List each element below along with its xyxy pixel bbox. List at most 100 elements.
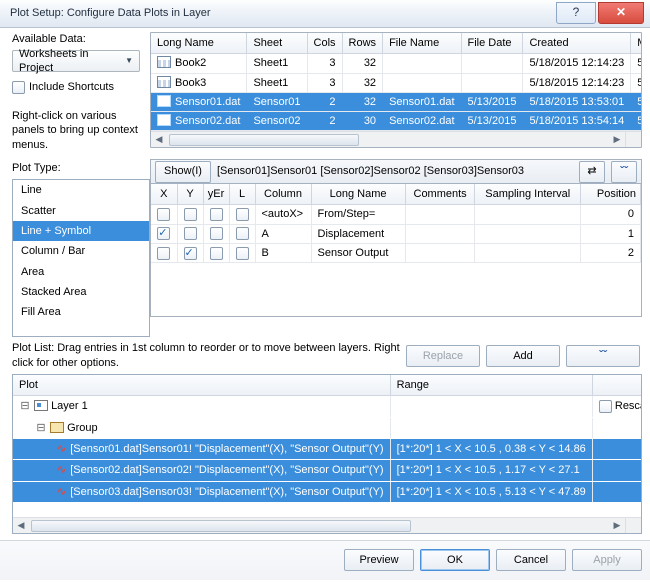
- column-header[interactable]: Long Name: [311, 184, 405, 205]
- scroll-left-icon[interactable]: ◀: [151, 132, 167, 148]
- datasource-grid[interactable]: XYyErLColumnLong NameCommentsSampling In…: [150, 183, 642, 317]
- scroll-thumb[interactable]: [31, 520, 411, 532]
- scroll-left-icon[interactable]: ◀: [13, 518, 29, 534]
- checkbox-icon[interactable]: [184, 227, 197, 240]
- checkbox-icon[interactable]: [157, 247, 170, 260]
- table-row[interactable]: Sensor01.datSensor01232Sensor01.dat5/13/…: [151, 92, 642, 111]
- plot-type-item[interactable]: Stacked Area: [13, 282, 149, 302]
- swap-icon: ⇄: [587, 164, 596, 178]
- plot-wave-icon: ∿: [57, 464, 66, 476]
- column-header[interactable]: Mo: [631, 33, 642, 54]
- chevrons-down-icon: ˇˇ: [599, 348, 607, 364]
- apply-button: Apply: [572, 549, 642, 571]
- worksheet-icon: [157, 56, 171, 68]
- column-header[interactable]: Column: [255, 184, 311, 205]
- checkbox-icon[interactable]: [210, 247, 223, 260]
- layer-row[interactable]: ⊟ Layer 1 Rescale: [13, 396, 642, 417]
- group-row[interactable]: ⊟ Group: [13, 417, 642, 438]
- include-shortcuts-label: Include Shortcuts: [29, 80, 114, 94]
- plot-row[interactable]: ∿[Sensor02.dat]Sensor02! "Displacement"(…: [13, 460, 642, 481]
- plot-list[interactable]: PlotRangeShowPlot Type ⊟ Layer 1 Rescale…: [12, 374, 642, 534]
- ok-button[interactable]: OK: [420, 549, 490, 571]
- checkbox-icon[interactable]: [210, 227, 223, 240]
- plot-type-item[interactable]: Column / Bar: [13, 241, 149, 261]
- column-header[interactable]: Plot: [13, 375, 390, 396]
- column-header[interactable]: Cols: [307, 33, 342, 54]
- replace-button: Replace: [406, 345, 480, 367]
- column-header[interactable]: L: [229, 184, 255, 205]
- worksheets-grid[interactable]: Long NameSheetColsRowsFile NameFile Date…: [150, 32, 642, 148]
- checkbox-icon[interactable]: [184, 247, 197, 260]
- plotlist-collapse-button[interactable]: ˇˇ: [566, 345, 640, 367]
- dialog-footer: Preview OK Cancel Apply: [0, 540, 650, 580]
- plot-type-item[interactable]: Line: [13, 180, 149, 200]
- show-button[interactable]: Show(I): [155, 161, 211, 183]
- checkbox-icon[interactable]: [236, 208, 249, 221]
- chevron-down-icon: ▼: [125, 56, 133, 66]
- checkbox-icon[interactable]: [184, 208, 197, 221]
- column-header[interactable]: Rows: [342, 33, 383, 54]
- table-row[interactable]: Sensor02.datSensor02230Sensor02.dat5/13/…: [151, 112, 642, 131]
- plot-row[interactable]: ∿[Sensor03.dat]Sensor03! "Displacement"(…: [13, 481, 642, 502]
- available-data-combo[interactable]: Worksheets in Project ▼: [12, 50, 140, 72]
- scroll-thumb[interactable]: [169, 134, 359, 146]
- close-button[interactable]: ✕: [598, 2, 644, 24]
- table-row[interactable]: <autoX>From/Step=0: [151, 205, 641, 224]
- add-button[interactable]: Add: [486, 345, 560, 367]
- column-header[interactable]: Long Name: [151, 33, 247, 54]
- column-header[interactable]: Sheet: [247, 33, 307, 54]
- column-header[interactable]: File Name: [383, 33, 461, 54]
- checkbox-icon[interactable]: [210, 208, 223, 221]
- plot-type-item[interactable]: Area: [13, 262, 149, 282]
- plot-type-list[interactable]: LineScatterLine + SymbolColumn / BarArea…: [12, 179, 150, 337]
- plot-type-item[interactable]: Fill Area: [13, 302, 149, 322]
- checkbox-icon[interactable]: [236, 227, 249, 240]
- checkbox-icon: [12, 81, 25, 94]
- horizontal-scrollbar[interactable]: ◀ ▶: [13, 517, 625, 533]
- dataset-toolbar: Show(I) [Sensor01]Sensor01 [Sensor02]Sen…: [150, 159, 642, 183]
- column-header[interactable]: Comments: [405, 184, 475, 205]
- scroll-right-icon[interactable]: ▶: [609, 518, 625, 534]
- rescale-checkbox[interactable]: [599, 400, 612, 413]
- column-header[interactable]: X: [151, 184, 177, 205]
- worksheet-icon: [157, 76, 171, 88]
- preview-button[interactable]: Preview: [344, 549, 414, 571]
- available-data-label: Available Data:: [12, 32, 144, 46]
- checkbox-icon[interactable]: [157, 227, 170, 240]
- table-row[interactable]: BSensor Output2: [151, 244, 641, 263]
- column-header[interactable]: Position: [581, 184, 641, 205]
- collapse-button[interactable]: ˇˇ: [611, 161, 637, 183]
- cancel-button[interactable]: Cancel: [496, 549, 566, 571]
- available-data-combo-value: Worksheets in Project: [19, 47, 125, 76]
- worksheet-icon: [157, 95, 171, 107]
- column-header[interactable]: File Date: [461, 33, 523, 54]
- checkbox-icon[interactable]: [157, 208, 170, 221]
- context-menu-hint: Right-click on various panels to bring u…: [12, 109, 144, 154]
- column-header[interactable]: Sampling Interval: [475, 184, 581, 205]
- table-row[interactable]: ADisplacement1: [151, 224, 641, 243]
- help-button[interactable]: ?: [556, 2, 596, 24]
- window-title: Plot Setup: Configure Data Plots in Laye…: [10, 6, 556, 20]
- plot-list-hint: Plot List: Drag entries in 1st column to…: [12, 341, 400, 370]
- column-header[interactable]: [592, 375, 642, 396]
- checkbox-icon[interactable]: [236, 247, 249, 260]
- include-shortcuts-checkbox[interactable]: Include Shortcuts: [12, 80, 144, 94]
- table-row[interactable]: Book3Sheet13325/18/2015 12:14:235/: [151, 73, 642, 92]
- column-header[interactable]: yEr: [203, 184, 229, 205]
- plot-type-item[interactable]: Line + Symbol: [13, 221, 149, 241]
- scroll-right-icon[interactable]: ▶: [609, 132, 625, 148]
- column-header[interactable]: Created: [523, 33, 631, 54]
- plot-row[interactable]: ∿[Sensor01.dat]Sensor01! "Displacement"(…: [13, 438, 642, 459]
- layer-icon: [34, 400, 48, 411]
- column-header[interactable]: Range: [390, 375, 592, 396]
- table-row[interactable]: Book2Sheet13325/18/2015 12:14:235/: [151, 54, 642, 73]
- plot-type-item[interactable]: Scatter: [13, 201, 149, 221]
- column-header[interactable]: Y: [177, 184, 203, 205]
- horizontal-scrollbar[interactable]: ◀ ▶: [151, 131, 625, 147]
- plot-type-label: Plot Type:: [12, 161, 144, 175]
- title-bar: Plot Setup: Configure Data Plots in Laye…: [0, 0, 650, 28]
- dataset-title: [Sensor01]Sensor01 [Sensor02]Sensor02 [S…: [217, 164, 573, 178]
- plot-wave-icon: ∿: [57, 486, 66, 498]
- chevrons-down-icon: ˇˇ: [620, 164, 628, 180]
- swap-button[interactable]: ⇄: [579, 161, 605, 183]
